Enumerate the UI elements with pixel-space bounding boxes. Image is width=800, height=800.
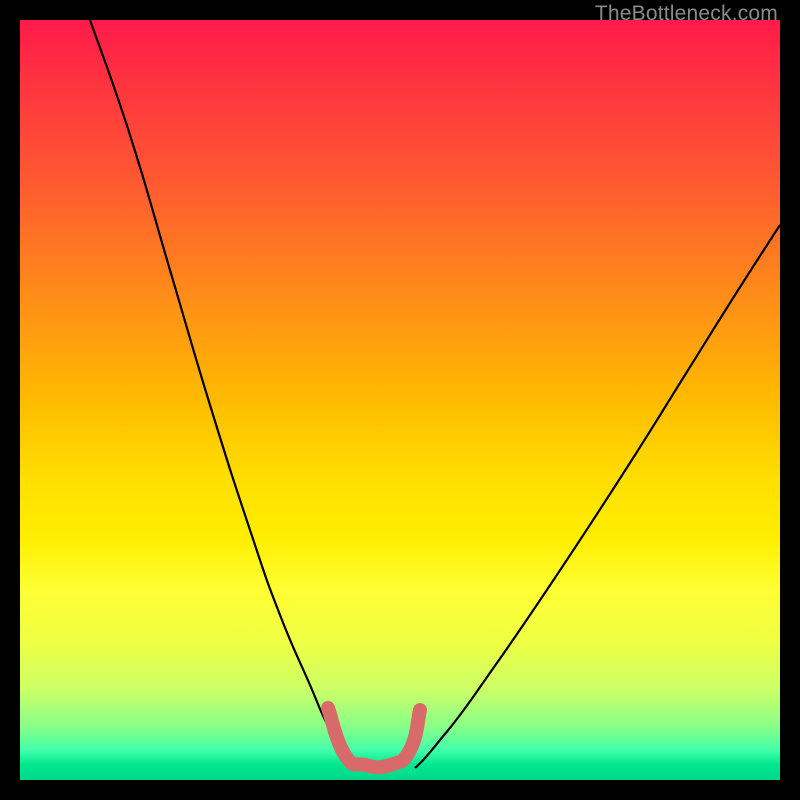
plot-area xyxy=(20,20,780,780)
chart-container: TheBottleneck.com xyxy=(0,0,800,800)
bottom-accent-path xyxy=(328,708,420,767)
right-curve xyxy=(415,225,780,768)
left-curve xyxy=(90,20,350,765)
chart-svg xyxy=(20,20,780,780)
